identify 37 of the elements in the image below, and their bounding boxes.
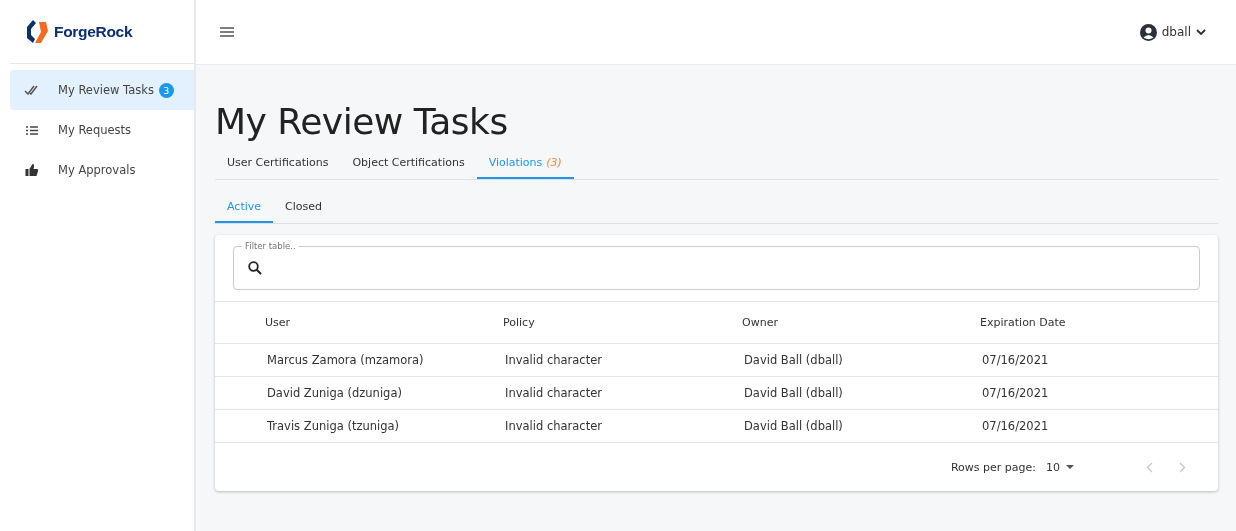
- sidebar-item[interactable]: My Review Tasks 3: [10, 70, 194, 110]
- table-cell-text: David Zuniga (dzuniga): [266, 386, 403, 400]
- table-cell-text: Invalid character: [504, 419, 603, 433]
- chevron-down-icon: [1196, 29, 1206, 35]
- table-cell-text: 07/16/2021: [981, 353, 1050, 367]
- caret-icon: [1066, 465, 1074, 469]
- logo-icon: [24, 18, 50, 45]
- table-cell-text: David Ball (dball): [743, 353, 844, 367]
- page-title: My Review Tasks: [215, 101, 509, 142]
- column-header[interactable]: User: [265, 316, 503, 329]
- table-cell-text: Invalid character: [504, 386, 603, 400]
- tab[interactable]: Closed: [273, 192, 334, 223]
- table-cell-text: 07/16/2021: [981, 386, 1050, 400]
- sidebar-item[interactable]: My Approvals: [10, 150, 194, 190]
- thumbs-up-icon: [24, 164, 40, 176]
- user-menu[interactable]: dball: [1139, 23, 1206, 41]
- rows-per-page-label: Rows per page:: [950, 460, 1036, 474]
- table-cell-text: Travis Zuniga (tzuniga): [266, 419, 401, 433]
- table-cell-text: Marcus Zamora (mzamora): [266, 353, 425, 367]
- logo-text: ForgeRock: [54, 22, 133, 41]
- search-icon: [248, 261, 262, 275]
- double-check-icon: [24, 85, 40, 95]
- list-icon: [24, 125, 40, 135]
- table-cell-text: Invalid character: [504, 353, 603, 367]
- tab[interactable]: Object Certifications: [340, 148, 477, 179]
- tab[interactable]: User Certifications: [215, 148, 341, 179]
- column-header[interactable]: Expiration Date: [980, 316, 1218, 329]
- column-header[interactable]: Policy: [503, 316, 742, 329]
- sidebar-item[interactable]: My Requests: [10, 110, 194, 150]
- column-header[interactable]: Owner: [742, 316, 980, 329]
- table-cell-text: David Ball (dball): [743, 386, 844, 400]
- table-cell-text: David Ball (dball): [743, 419, 844, 433]
- table-cell-text: 07/16/2021: [981, 419, 1050, 433]
- account-icon: [1139, 23, 1157, 41]
- count-badge: 3: [158, 82, 174, 98]
- rows-per-page-select[interactable]: 10: [1046, 460, 1074, 474]
- menu-icon[interactable]: [220, 27, 234, 37]
